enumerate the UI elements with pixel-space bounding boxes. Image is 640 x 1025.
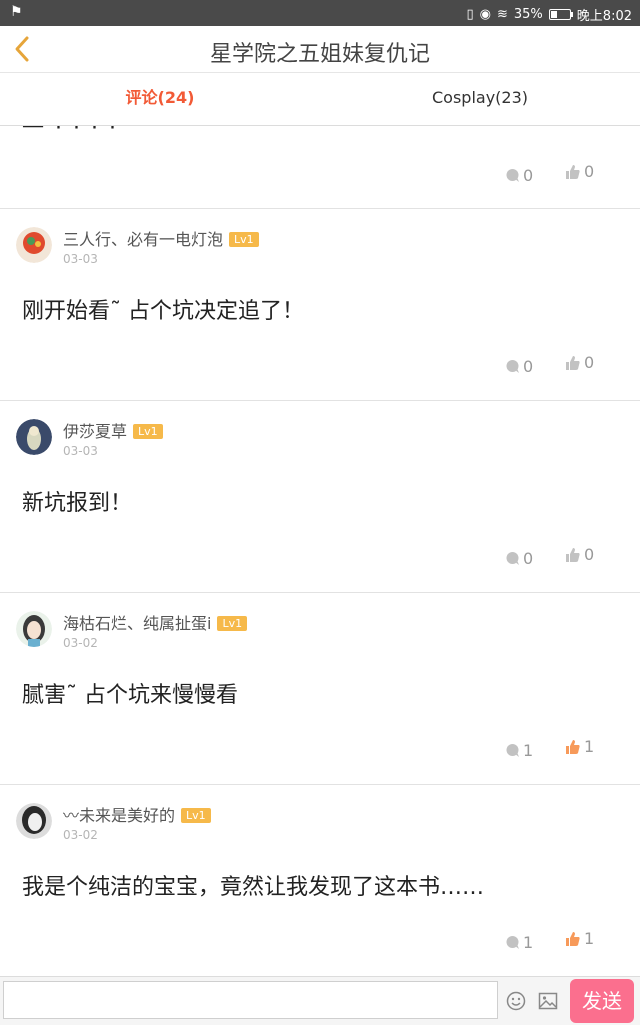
thumbs-up-icon <box>565 355 581 371</box>
comment-date: 03-03 <box>63 444 98 458</box>
tab-comments[interactable]: 评论(24) <box>0 73 320 125</box>
status-time: 晚上8:02 <box>576 9 632 24</box>
username[interactable]: 三人行、必有一电灯泡 Lv1 <box>63 226 259 250</box>
level-badge: Lv1 <box>133 424 163 439</box>
comment-bubble-icon <box>505 359 520 374</box>
username[interactable]: 海枯石烂、纯属扯蛋i Lv1 <box>63 610 248 634</box>
comment-text-cut: 一 · · · · <box>22 126 118 141</box>
thumbs-up-icon <box>565 164 581 180</box>
comment-card: 伊莎夏草 Lv1 03-03 新坑报到！ 0 0 <box>0 401 640 593</box>
comment-text: 新坑报到！ <box>22 491 133 516</box>
comment-text: 我是个纯洁的宝宝，竟然让我发现了这本书…… <box>22 875 485 900</box>
tab-cosplay[interactable]: Cosplay(23) <box>320 73 640 125</box>
comment-bubble-icon <box>505 551 520 566</box>
avatar[interactable] <box>16 611 52 647</box>
comment-card: 海枯石烂、纯属扯蛋i Lv1 03-02 腻害˜ 占个坑来慢慢看 1 1 <box>0 593 640 785</box>
thumbs-up-icon <box>565 739 581 755</box>
reply-count[interactable]: 0 <box>505 549 533 568</box>
battery-percent: 35% <box>513 7 543 22</box>
notification-icon: ⚑ <box>10 4 23 20</box>
avatar[interactable] <box>16 419 52 455</box>
reply-count[interactable]: 0 <box>505 166 533 185</box>
username[interactable]: 伊莎夏草 Lv1 <box>63 418 163 442</box>
comment-bubble-icon <box>505 935 520 950</box>
page-title: 星学院之五姐妹复仇记 <box>209 42 430 67</box>
like-count[interactable]: 0 <box>565 162 594 181</box>
like-count[interactable]: 0 <box>565 545 594 564</box>
status-icons: ▯ ◉ ≋ 35% 晚上8:02 <box>466 5 632 24</box>
level-badge: Lv1 <box>229 232 259 247</box>
list-item: 一 · · · · 0 0 <box>0 126 640 209</box>
eye-icon: ◉ <box>479 7 491 22</box>
comment-bubble-icon <box>505 168 520 183</box>
battery-icon <box>548 9 573 20</box>
comment-composer: 发送 <box>0 976 640 1025</box>
wifi-icon: ≋ <box>496 7 508 22</box>
like-count[interactable]: 1 <box>565 737 594 756</box>
comment-date: 03-02 <box>63 636 98 650</box>
reply-count[interactable]: 0 <box>505 357 533 376</box>
username[interactable]: 〰未来是美好的 Lv1 <box>63 802 211 826</box>
image-icon[interactable] <box>538 991 558 1015</box>
reply-count[interactable]: 1 <box>505 741 533 760</box>
level-badge: Lv1 <box>217 616 248 631</box>
comment-text: 刚开始看˜ 占个坑决定追了！ <box>22 299 304 324</box>
thumbs-up-icon <box>565 931 581 947</box>
comment-card: 三人行、必有一电灯泡 Lv1 03-03 刚开始看˜ 占个坑决定追了！ 0 0 <box>0 209 640 401</box>
avatar[interactable] <box>16 803 52 839</box>
avatar[interactable] <box>16 227 52 263</box>
comment-date: 03-02 <box>63 828 98 842</box>
like-count[interactable]: 1 <box>565 929 594 948</box>
level-badge: Lv1 <box>181 808 211 823</box>
header: 星学院之五姐妹复仇记 <box>0 26 640 73</box>
comment-list[interactable]: 一 · · · · 0 0 三人行、必有一电灯泡 Lv1 03-03 刚开始看˜ … <box>0 126 640 976</box>
like-count[interactable]: 0 <box>565 353 594 372</box>
emoji-icon[interactable] <box>506 991 526 1015</box>
reply-count[interactable]: 1 <box>505 933 533 952</box>
comment-date: 03-03 <box>63 252 98 266</box>
comment-card: 〰未来是美好的 Lv1 03-02 我是个纯洁的宝宝，竟然让我发现了这本书…… 1… <box>0 785 640 976</box>
status-bar: ⚑ ▯ ◉ ≋ 35% 晚上8:02 <box>0 0 640 26</box>
vibrate-icon: ▯ <box>466 7 474 22</box>
thumbs-up-icon <box>565 547 581 563</box>
comment-text: 腻害˜ 占个坑来慢慢看 <box>22 683 238 708</box>
comment-bubble-icon <box>505 743 520 758</box>
send-button[interactable]: 发送 <box>570 979 634 1023</box>
tab-bar: 评论(24) Cosplay(23) <box>0 73 640 126</box>
comment-input[interactable] <box>3 981 498 1019</box>
